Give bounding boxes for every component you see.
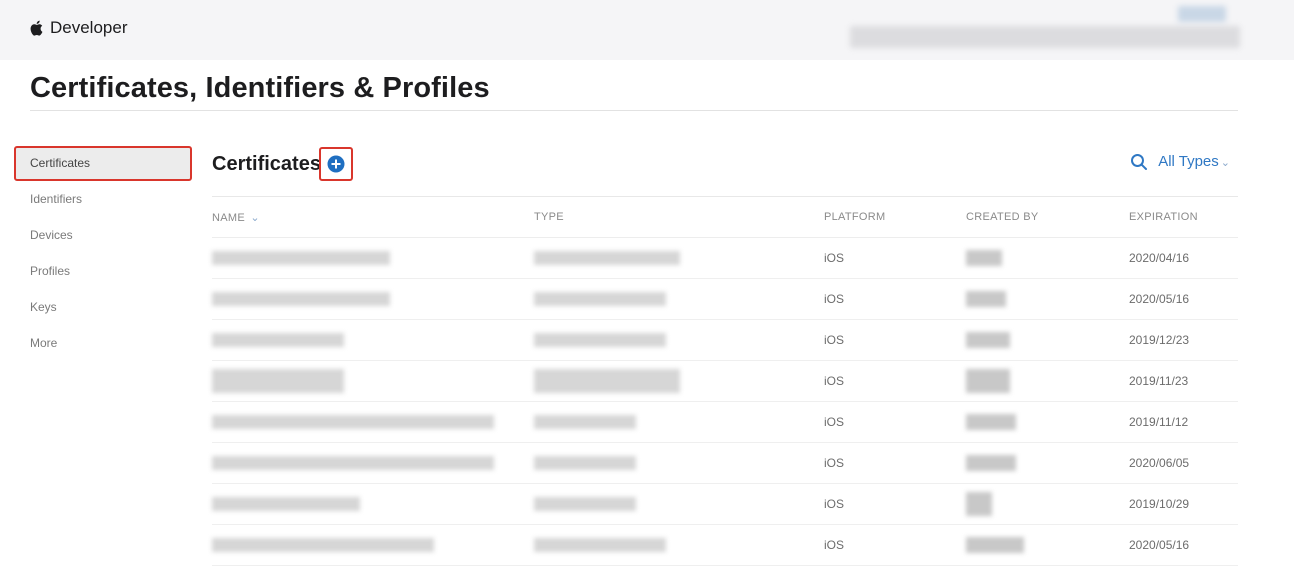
sidebar-item-label: Certificates (30, 156, 91, 170)
column-header-label: TYPE (534, 211, 564, 223)
platform-cell: iOS (824, 278, 966, 320)
platform-cell: iOS (824, 319, 966, 361)
table-row[interactable]: iOS 2019/10/29 (212, 483, 1238, 525)
redacted-type (534, 333, 666, 348)
table-row[interactable]: iOS 2019/11/12 (212, 401, 1238, 443)
platform-cell: iOS (824, 442, 966, 484)
table-row[interactable]: iOS 2020/05/16 (212, 278, 1238, 320)
sidebar-item-label: Devices (30, 228, 73, 242)
redacted-creator (966, 455, 1016, 471)
column-header-created-by: CREATED BY (966, 197, 1129, 238)
redacted-creator (966, 291, 1006, 307)
certificates-table: NAME ⌄ TYPE PLATFORM CREATED BY EXPIRATI… (212, 197, 1238, 566)
redacted-name (212, 497, 360, 512)
table-row[interactable]: iOS 2019/11/23 (212, 360, 1238, 402)
sidebar-nav: Certificates Identifiers Devices Profile… (14, 146, 192, 361)
chevron-down-icon: ⌄ (1220, 157, 1230, 169)
redacted-name (212, 456, 494, 471)
redacted-type (534, 369, 680, 393)
chevron-down-icon: ⌄ (250, 211, 260, 224)
section-header: Certificates (212, 146, 359, 182)
sidebar-item-label: More (30, 336, 58, 350)
expiration-cell: 2019/11/12 (1129, 401, 1238, 443)
sidebar-item-identifiers[interactable]: Identifiers (14, 181, 192, 217)
redacted-creator (966, 492, 992, 516)
sidebar-item-label: Profiles (30, 264, 71, 278)
sidebar-item-label: Identifiers (30, 192, 83, 206)
platform-cell: iOS (824, 237, 966, 279)
redacted-creator (966, 414, 1016, 430)
filter-dropdown-label[interactable]: All Types (1158, 153, 1219, 170)
table-row[interactable]: iOS 2019/12/23 (212, 319, 1238, 361)
type-filter[interactable]: All Types ⌄ (1130, 153, 1230, 171)
platform-cell: iOS (824, 360, 966, 402)
expiration-cell: 2019/12/23 (1129, 319, 1238, 361)
account-avatar-redacted[interactable] (1178, 6, 1226, 22)
platform-cell: iOS (824, 401, 966, 443)
table-row[interactable]: iOS 2020/06/05 (212, 442, 1238, 484)
redacted-name (212, 292, 390, 307)
sidebar-item-devices[interactable]: Devices (14, 217, 192, 253)
sidebar-item-certificates[interactable]: Certificates (14, 146, 192, 181)
column-header-label: PLATFORM (824, 211, 886, 223)
plus-circle-icon (327, 155, 345, 173)
add-certificate-button[interactable] (318, 147, 353, 181)
column-header-label: EXPIRATION (1129, 211, 1198, 223)
redacted-type (534, 456, 636, 471)
sidebar-item-more[interactable]: More (14, 325, 192, 361)
sidebar-item-label: Keys (30, 300, 57, 314)
redacted-creator (966, 250, 1002, 266)
expiration-cell: 2019/11/23 (1129, 360, 1238, 402)
redacted-creator (966, 369, 1010, 393)
page-title: Certificates, Identifiers & Profiles (30, 72, 490, 104)
redacted-type (534, 415, 636, 430)
platform-cell: iOS (824, 524, 966, 566)
expiration-cell: 2020/04/16 (1129, 237, 1238, 279)
section-title: Certificates (212, 152, 321, 175)
redacted-creator (966, 537, 1024, 553)
expiration-cell: 2020/06/05 (1129, 442, 1238, 484)
redacted-name (212, 369, 344, 393)
column-header-label: NAME (212, 211, 245, 224)
column-header-name[interactable]: NAME ⌄ (212, 197, 534, 238)
redacted-name (212, 415, 494, 430)
account-menu-redacted[interactable] (850, 26, 1240, 48)
column-header-label: CREATED BY (966, 211, 1039, 223)
redacted-type (534, 251, 680, 266)
redacted-creator (966, 332, 1010, 348)
table-row[interactable]: iOS 2020/04/16 (212, 237, 1238, 279)
redacted-type (534, 497, 636, 512)
table-row[interactable]: iOS 2020/05/16 (212, 524, 1238, 566)
title-divider (30, 110, 1238, 111)
redacted-name (212, 251, 390, 266)
platform-cell: iOS (824, 483, 966, 525)
column-header-expiration: EXPIRATION (1129, 197, 1238, 238)
column-header-type: TYPE (534, 197, 824, 238)
global-header: Developer (0, 0, 1294, 60)
sidebar-item-keys[interactable]: Keys (14, 289, 192, 325)
expiration-cell: 2020/05/16 (1129, 278, 1238, 320)
developer-home-link[interactable]: Developer (30, 18, 128, 38)
expiration-cell: 2020/05/16 (1129, 524, 1238, 566)
table-header-row: NAME ⌄ TYPE PLATFORM CREATED BY EXPIRATI… (212, 197, 1238, 238)
redacted-type (534, 538, 666, 553)
sidebar-item-profiles[interactable]: Profiles (14, 253, 192, 289)
column-header-platform: PLATFORM (824, 197, 966, 238)
expiration-cell: 2019/10/29 (1129, 483, 1238, 525)
apple-logo-icon (30, 20, 43, 36)
brand-label: Developer (50, 18, 128, 37)
redacted-name (212, 538, 434, 553)
search-icon[interactable] (1130, 153, 1148, 171)
redacted-type (534, 292, 666, 307)
redacted-name (212, 333, 344, 348)
